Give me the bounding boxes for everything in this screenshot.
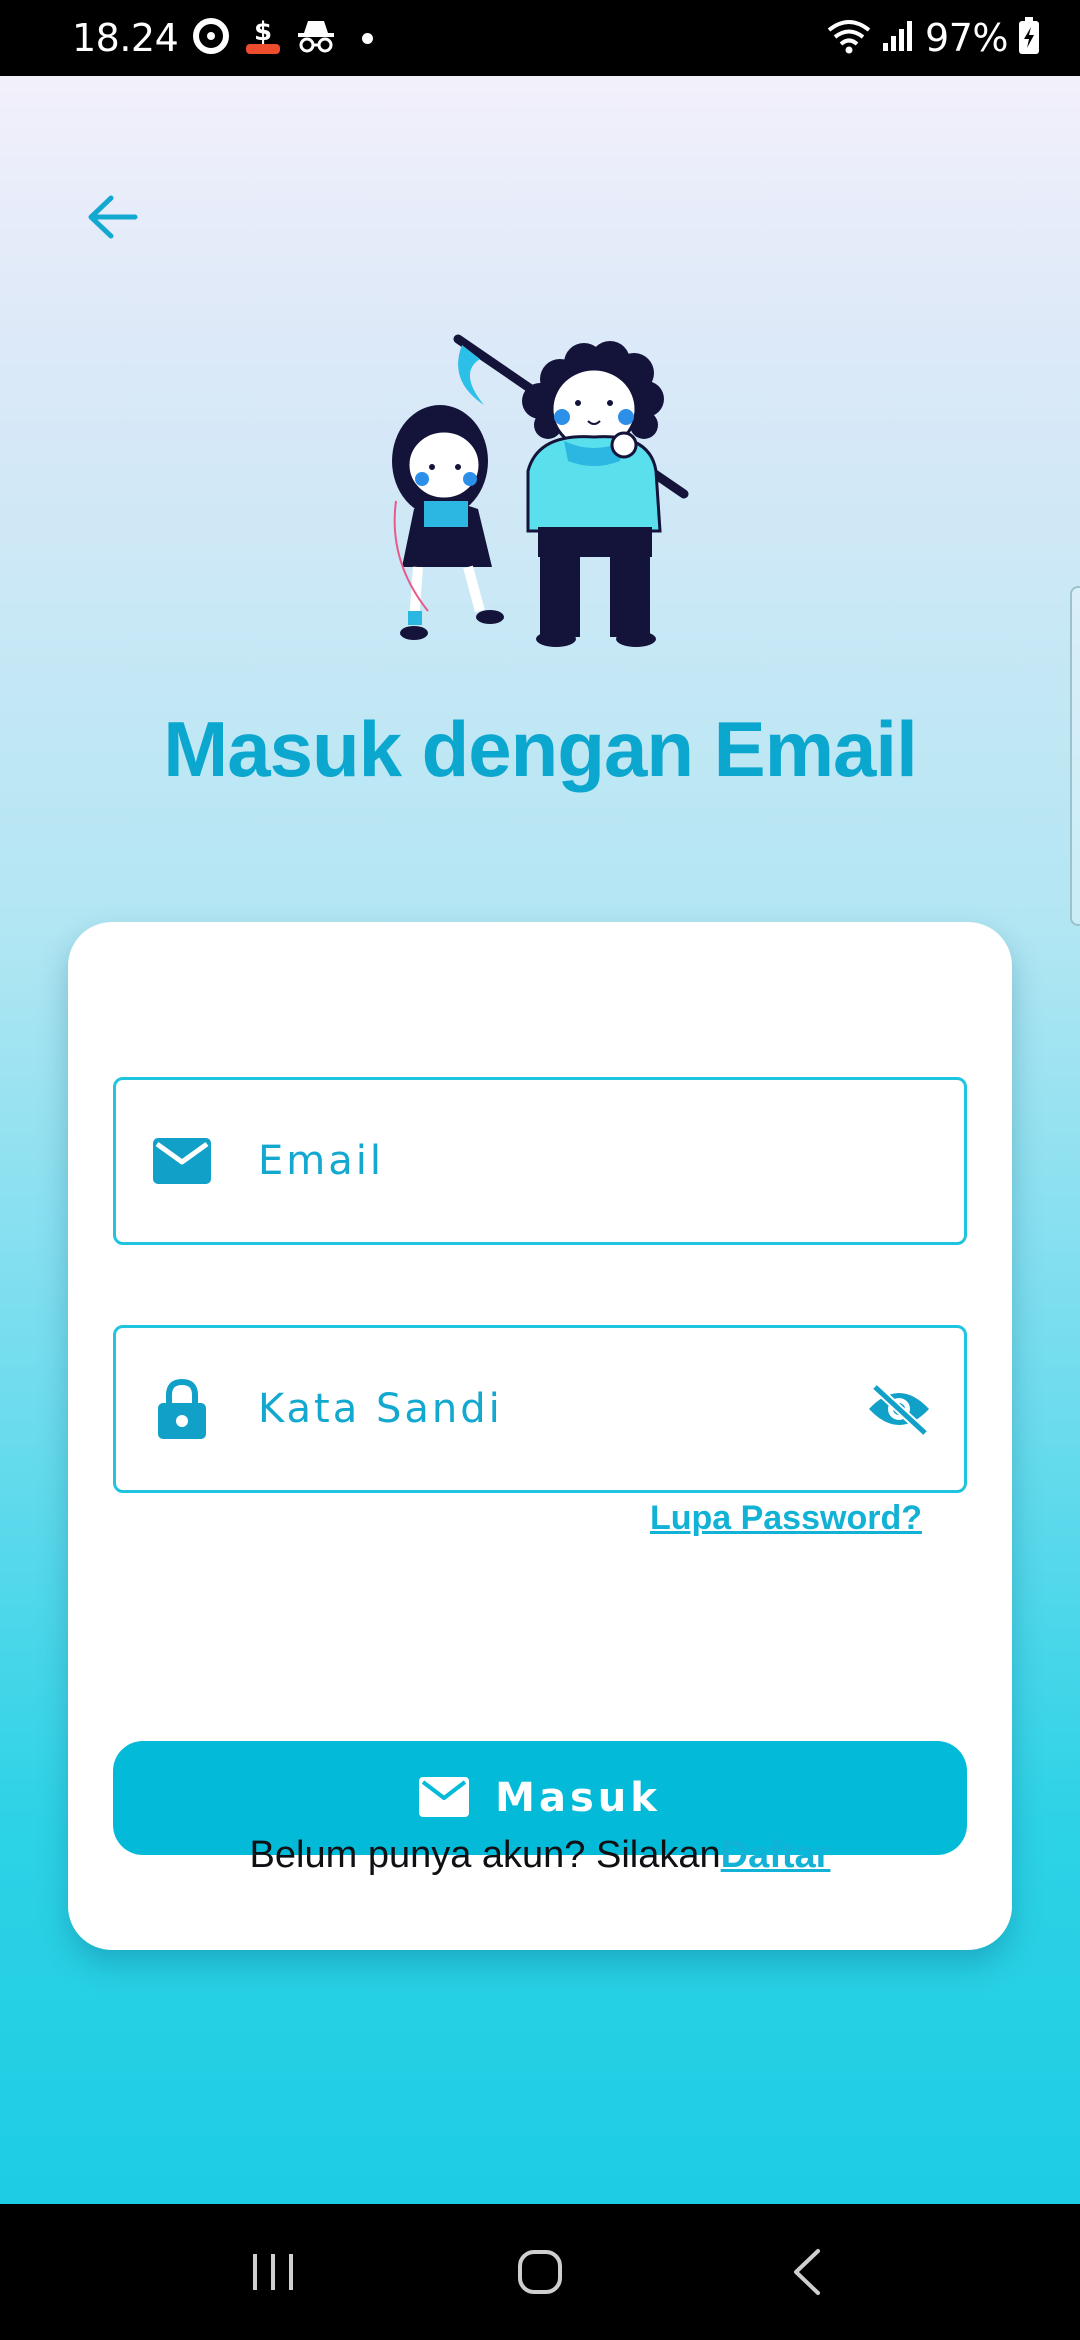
password-input[interactable] [258,1328,864,1490]
wifi-icon [827,18,871,58]
lock-icon [152,1379,212,1439]
forgot-password-link[interactable]: Lupa Password? [650,1499,922,1538]
login-card: Lupa Password? Masuk Belum punya akun? S… [68,922,1012,1950]
status-bar: 18.24 $ 97% [0,0,1080,76]
back-icon[interactable] [762,2227,852,2317]
recents-icon[interactable] [228,2227,318,2317]
signal-icon [881,19,915,57]
arrow-left-icon [88,195,138,239]
password-field[interactable] [113,1325,967,1493]
notification-dot [362,32,374,44]
status-left: 18.24 $ [72,16,374,60]
mail-icon [419,1776,470,1820]
register-link[interactable]: Daftar [721,1834,831,1876]
mail-icon [152,1131,212,1191]
back-button[interactable] [80,184,146,250]
status-time: 18.24 [72,16,179,60]
battery-charging-icon [1018,17,1040,59]
home-icon[interactable] [495,2227,585,2317]
email-input[interactable] [258,1080,964,1242]
shopee-icon: $ [244,16,282,60]
email-field[interactable] [113,1077,967,1245]
incognito-icon [296,17,336,59]
eye-off-icon[interactable] [864,1374,934,1444]
login-screen: Masuk dengan Email Lupa Password? Masuk [0,76,1080,2204]
page-title: Masuk dengan Email [163,705,918,793]
kids-illustration [388,321,700,651]
svg-text:$: $ [254,17,272,47]
status-right: 97% [827,16,1040,60]
register-row: Belum punya akun? SilakanDaftar [68,1834,1012,1877]
navigation-bar [0,2204,1080,2340]
register-prompt: Belum punya akun? Silakan [249,1834,721,1876]
location-ring-icon [192,17,230,59]
edge-panel-handle[interactable] [1070,586,1080,926]
login-button-label: Masuk [495,1775,661,1821]
battery-percent: 97% [925,16,1008,60]
